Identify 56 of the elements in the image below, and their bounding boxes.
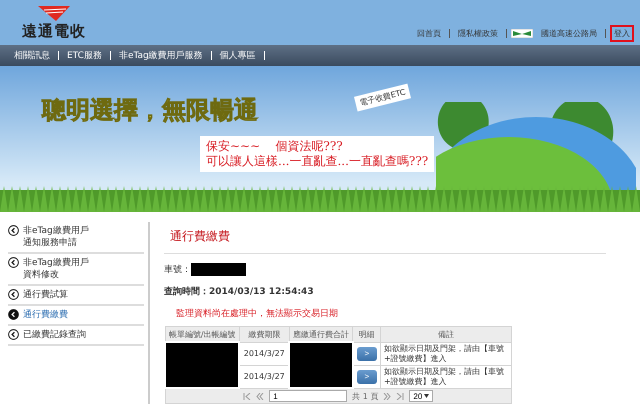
nav-link[interactable]: 個人專區	[220, 49, 256, 62]
header-link[interactable]: 隱私權政策	[454, 25, 502, 42]
callout-text: 保安~~~ 個資法呢???	[206, 139, 344, 154]
agency-link[interactable]: 國道高速公路局	[537, 25, 601, 42]
highway-icon	[511, 29, 533, 38]
nav-link[interactable]: 相關訊息	[14, 49, 50, 62]
sidebar-label: 非eTag繳費用戶	[23, 225, 89, 237]
plate-label: 車號：	[164, 264, 191, 276]
login-link[interactable]: 登入	[610, 25, 634, 42]
chevron-circle-icon	[8, 329, 19, 340]
sign-text: 電子收費ETC	[354, 84, 412, 112]
chevron-circle-icon	[8, 289, 19, 300]
chevron-circle-icon	[8, 225, 19, 236]
detail-button[interactable]: >	[356, 346, 377, 360]
sidebar-label: 通知服務申請	[23, 237, 78, 249]
logo-text: 遠通電收	[22, 22, 86, 41]
page-input[interactable]: 1	[269, 390, 348, 402]
sidebar-item[interactable]: 非eTag繳費用戶 通知服務申請	[8, 222, 144, 254]
sidebar-label: 通行費試算	[23, 289, 68, 301]
query-label: 查詢時間：	[164, 285, 209, 298]
last-page-icon[interactable]	[396, 392, 404, 400]
next-page-icon[interactable]	[383, 392, 392, 400]
previous-page-icon[interactable]	[256, 392, 264, 400]
page-size-select[interactable]: 20	[409, 390, 434, 402]
sidebar-label: 資料修改	[23, 269, 60, 281]
header-link[interactable]: 回首頁	[413, 25, 445, 42]
sidebar-item[interactable]: 非eTag繳費用戶 資料修改	[8, 254, 144, 286]
page-count: 共 1 頁	[352, 390, 378, 402]
nav-link[interactable]: 非eTag繳費用戶服務	[118, 49, 203, 62]
column-header: 備註	[380, 326, 512, 342]
sidebar-label: 通行費繳費	[23, 309, 68, 321]
chevron-circle-icon	[8, 309, 19, 320]
column-header: 應繳通行費合計	[289, 326, 353, 342]
warning-text: 監理資料尚在處理中，無法顯示交易日期	[176, 308, 339, 320]
page-title: 通行費繳費	[164, 222, 606, 254]
sidebar-label: 已繳費記錄查詢	[23, 329, 86, 341]
caret-icon	[424, 394, 430, 398]
sidebar-item[interactable]: 已繳費記錄查詢	[8, 326, 144, 346]
banner-slogan: 聰明選擇，無限暢通	[42, 95, 258, 126]
sidebar-label: 非eTag繳費用戶	[23, 257, 89, 269]
table-cell: 如欲顯示日期及門架，請由【車號+證號繳費】進入	[380, 365, 512, 388]
query-time: 2014/03/13 12:54:43	[209, 286, 314, 296]
column-header: 帳單編號/出帳編號	[165, 326, 240, 342]
detail-button[interactable]: >	[356, 370, 377, 384]
logo-icon	[36, 6, 72, 22]
redaction-block	[191, 263, 246, 276]
column-header: 明細	[352, 326, 380, 342]
callout-text: 可以讓人這樣...一直亂查...一直亂查嗎???	[206, 154, 428, 169]
first-page-icon[interactable]	[243, 392, 252, 400]
redaction-block	[289, 342, 353, 388]
chevron-circle-icon	[8, 257, 19, 268]
sidebar-item[interactable]: 通行費繳費	[8, 306, 144, 326]
nav-link[interactable]: ETC服務	[67, 49, 102, 62]
table-cell: 如欲顯示日期及門架，請由【車號+證號繳費】進入	[380, 342, 512, 365]
sidebar-item[interactable]: 通行費試算	[8, 286, 144, 306]
column-header: 繳費期限	[239, 326, 290, 342]
